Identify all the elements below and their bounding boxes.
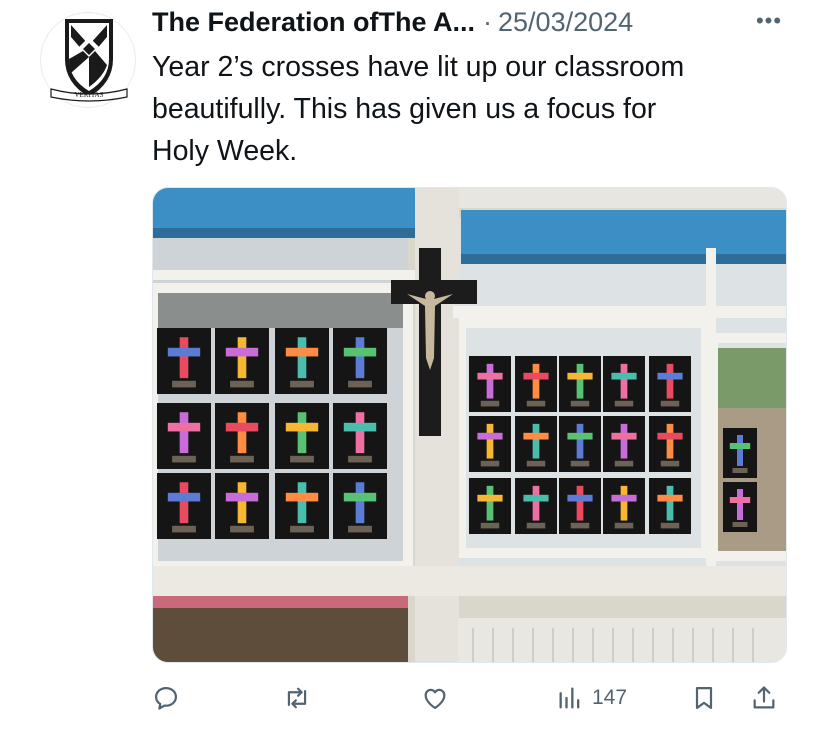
- more-icon[interactable]: •••: [752, 8, 786, 34]
- reply-button[interactable]: [152, 676, 180, 720]
- action-bar: 147: [152, 676, 792, 720]
- avatar-motto: VERITAS: [75, 91, 104, 99]
- post-header: The Federation ofThe A... · 25/03/2024: [152, 6, 792, 38]
- post-date[interactable]: 25/03/2024: [498, 7, 633, 38]
- post-text-line: Holy Week.: [152, 135, 298, 167]
- share-icon: [753, 686, 775, 709]
- avatar[interactable]: VERITAS: [40, 12, 136, 108]
- post-media[interactable]: [152, 187, 787, 663]
- post-text-line: Year 2’s crosses have lit up our classro…: [152, 51, 685, 83]
- author-name[interactable]: The Federation ofThe A...: [152, 7, 475, 38]
- bookmark-button[interactable]: [690, 676, 718, 720]
- views-button[interactable]: 147: [556, 676, 627, 720]
- like-icon: [424, 688, 446, 710]
- header-separator: ·: [483, 6, 493, 37]
- classroom-window-photo: [153, 188, 786, 662]
- shield-logo: VERITAS: [50, 19, 128, 102]
- repost-icon: [287, 687, 307, 709]
- views-icon: [559, 687, 580, 709]
- repost-button[interactable]: [282, 676, 312, 720]
- like-button[interactable]: [420, 676, 450, 720]
- views-count: 147: [592, 686, 628, 709]
- bookmark-icon: [695, 686, 713, 710]
- share-button[interactable]: [750, 676, 778, 720]
- reply-icon: [154, 686, 178, 710]
- post-text-line: beautifully. This has given us a focus f…: [152, 93, 657, 125]
- post-text: Year 2’s crosses have lit up our classro…: [152, 46, 792, 172]
